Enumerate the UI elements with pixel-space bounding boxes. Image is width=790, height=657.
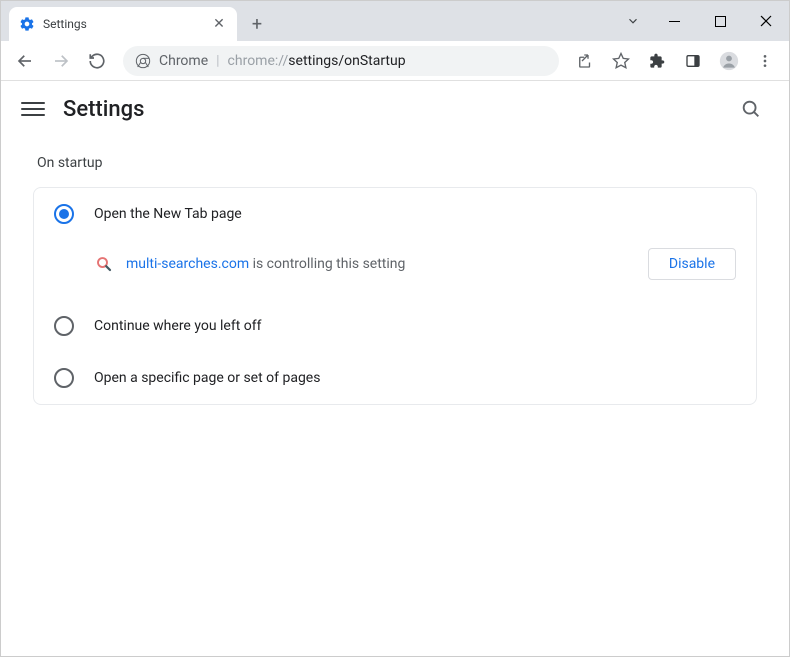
- extensions-icon[interactable]: [641, 45, 673, 77]
- option-label: Open a specific page or set of pages: [94, 370, 320, 386]
- reload-button[interactable]: [81, 45, 113, 77]
- new-tab-button[interactable]: +: [243, 10, 271, 38]
- scheme-label: Chrome: [159, 53, 208, 69]
- disable-button[interactable]: Disable: [648, 248, 736, 280]
- option-label: Open the New Tab page: [94, 206, 242, 222]
- gear-icon: [19, 16, 35, 32]
- titlebar: Settings ✕ +: [1, 1, 789, 41]
- back-button[interactable]: [9, 45, 41, 77]
- chevron-down-icon[interactable]: [615, 14, 651, 28]
- controlling-row: multi-searches.com is controlling this s…: [34, 240, 756, 300]
- side-panel-icon[interactable]: [677, 45, 709, 77]
- magnifier-icon: [94, 254, 114, 274]
- browser-window: Settings ✕ +: [0, 0, 790, 657]
- address-bar[interactable]: Chrome | chrome://settings/onStartup: [123, 46, 559, 76]
- browser-tab[interactable]: Settings ✕: [9, 7, 237, 41]
- menu-icon[interactable]: [749, 45, 781, 77]
- page-title: Settings: [63, 97, 144, 122]
- tab-title: Settings: [43, 17, 203, 31]
- option-new-tab[interactable]: Open the New Tab page: [34, 188, 756, 240]
- forward-button[interactable]: [45, 45, 77, 77]
- url-text: chrome://settings/onStartup: [228, 53, 406, 69]
- share-icon[interactable]: [569, 45, 601, 77]
- divider: |: [216, 53, 219, 69]
- option-label: Continue where you left off: [94, 318, 262, 334]
- radio-unselected[interactable]: [54, 316, 74, 336]
- startup-card: Open the New Tab page multi-searches.com…: [33, 187, 757, 405]
- settings-header: Settings: [1, 81, 789, 137]
- profile-icon[interactable]: [713, 45, 745, 77]
- maximize-button[interactable]: [697, 6, 743, 36]
- hamburger-icon[interactable]: [21, 97, 45, 121]
- extension-link[interactable]: multi-searches.com: [126, 256, 249, 272]
- section-title: On startup: [37, 155, 757, 171]
- star-icon[interactable]: [605, 45, 637, 77]
- search-icon[interactable]: [733, 91, 769, 127]
- radio-unselected[interactable]: [54, 368, 74, 388]
- window-controls: [615, 1, 789, 41]
- content: On startup Open the New Tab page multi-s…: [1, 137, 789, 423]
- toolbar: Chrome | chrome://settings/onStartup: [1, 41, 789, 81]
- minimize-button[interactable]: [651, 6, 697, 36]
- chrome-icon: [135, 53, 151, 69]
- radio-selected[interactable]: [54, 204, 74, 224]
- option-specific[interactable]: Open a specific page or set of pages: [34, 352, 756, 404]
- controlling-text: multi-searches.com is controlling this s…: [126, 256, 405, 272]
- close-button[interactable]: [743, 6, 789, 36]
- close-icon[interactable]: ✕: [211, 16, 227, 32]
- option-continue[interactable]: Continue where you left off: [34, 300, 756, 352]
